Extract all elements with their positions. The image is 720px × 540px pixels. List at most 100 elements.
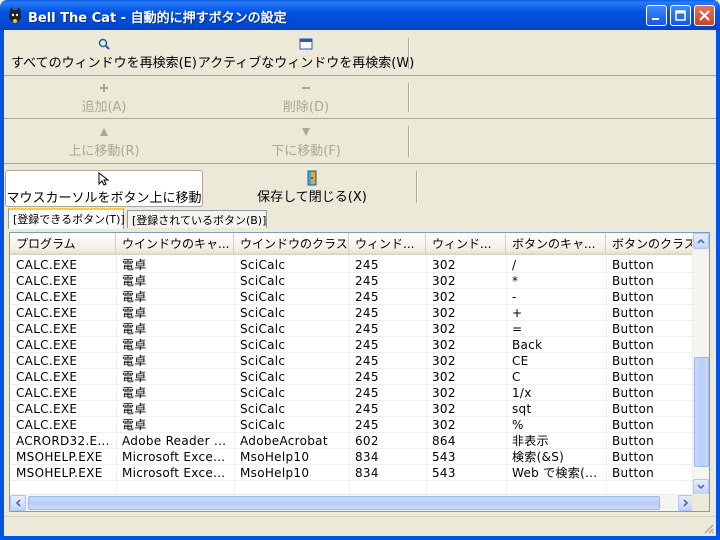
table-cell: 電卓	[122, 258, 147, 272]
table-row[interactable]: CALC.EXE 電卓 SciCalc 245 302 = Button	[10, 321, 694, 337]
move-down-button[interactable]: 下に移動(F)	[204, 120, 408, 163]
table-cell: 電卓	[122, 354, 147, 368]
toolbar-separator	[408, 38, 410, 69]
table-row[interactable]: CALC.EXE 電卓 SciCalc 245 302 * Button	[10, 273, 694, 289]
search-active-window-button[interactable]: アクティブなウィンドウを再検索(W)	[198, 32, 414, 75]
table-row[interactable]: ACRORD32.E... Adobe Reader ... AdobeAcroba…	[10, 433, 694, 449]
maximize-icon	[675, 10, 686, 21]
table-cell: Adobe Reader ...	[122, 434, 227, 448]
window-frame-right	[716, 30, 720, 540]
save-and-close-button[interactable]: 保存して閉じる(X)	[208, 165, 416, 209]
table-row[interactable]: MSOHELP.EXE Microsoft Exce... MsoHelp10 834…	[10, 465, 694, 481]
tab-registerable-buttons[interactable]: [登録できるボタン(T)]	[8, 208, 125, 229]
table-row[interactable]: MSOHELP.EXE Microsoft Exce... MsoHelp10 834…	[10, 449, 694, 465]
maximize-button[interactable]	[670, 5, 691, 26]
table-cell: 245	[355, 306, 379, 320]
delete-button[interactable]: 削除(D)	[204, 77, 408, 118]
table-cell: MsoHelp10	[240, 466, 310, 480]
table-cell: SciCalc	[240, 290, 286, 304]
plus-icon	[100, 84, 108, 92]
list-header: プログラム ウインドウのキャ... ウインドウのクラス ウィンド... ウィンド…	[10, 233, 694, 255]
table-cell: 302	[432, 354, 456, 368]
table-row[interactable]: CALC.EXE 電卓 SciCalc 245 302 / Button	[10, 257, 694, 273]
tab-registered-buttons[interactable]: [登録されているボタン(B)]	[127, 210, 267, 228]
close-icon	[699, 10, 710, 21]
column-header-button-class[interactable]: ボタンのクラス	[606, 233, 694, 255]
close-button[interactable]	[694, 5, 715, 26]
toolbar-row-search: すべてのウィンドウを再検索(E) アクティブなウィンドウを再検索(W)	[4, 32, 716, 76]
save-close-label: 保存して閉じる(X)	[257, 189, 367, 205]
table-cell: 電卓	[122, 290, 147, 304]
table-row[interactable]: CALC.EXE 電卓 SciCalc 245 302 - Button	[10, 289, 694, 305]
table-cell: 834	[355, 466, 379, 480]
column-header-window-class[interactable]: ウインドウのクラス	[234, 233, 349, 255]
table-cell: ACRORD32.E...	[16, 434, 110, 448]
arrow-down-icon	[302, 128, 310, 136]
table-cell: Back	[512, 338, 543, 352]
add-label: 追加(A)	[81, 100, 127, 115]
table-cell: Web で検索(...	[512, 466, 598, 480]
move-cursor-to-button-button[interactable]: マウスカーソルをボタン上に移動	[5, 170, 203, 207]
table-cell: MSOHELP.EXE	[16, 466, 103, 480]
table-cell: MsoHelp10	[240, 450, 310, 464]
chevron-left-icon	[15, 499, 21, 507]
title-bar[interactable]: Bell The Cat - 自動的に押すボタンの設定	[0, 0, 720, 30]
table-row[interactable]: CALC.EXE 電卓 SciCalc 245 302 1/x Button	[10, 385, 694, 401]
table-row[interactable]: CALC.EXE 電卓 SciCalc 245 302% Button	[10, 417, 694, 433]
scroll-left-button[interactable]	[10, 495, 26, 511]
column-header-window-caption[interactable]: ウインドウのキャ...	[116, 233, 234, 255]
table-cell: Button	[612, 338, 654, 352]
search-all-label: すべてのウィンドウを再検索(E)	[11, 56, 197, 71]
table-cell: =	[512, 322, 523, 336]
table-cell: Button	[612, 434, 654, 448]
add-button[interactable]: 追加(A)	[4, 77, 204, 118]
toolbar-row-actions: マウスカーソルをボタン上に移動 保存して閉じる(X)	[4, 165, 716, 209]
move-up-button[interactable]: 上に移動(R)	[4, 120, 204, 163]
move-cursor-label: マウスカーソルをボタン上に移動	[6, 191, 202, 206]
column-header-button-caption[interactable]: ボタンのキャ...	[506, 233, 606, 255]
horizontal-scroll-thumb[interactable]	[28, 496, 660, 510]
mouse-cursor-icon	[98, 172, 110, 186]
column-header-window-y[interactable]: ウィンド...	[426, 233, 506, 255]
button-list-view[interactable]: プログラム ウインドウのキャ... ウインドウのクラス ウィンド... ウィンド…	[9, 232, 710, 512]
table-cell: 543	[432, 466, 456, 480]
table-cell: 834	[355, 450, 379, 464]
table-cell: CALC.EXE	[16, 354, 78, 368]
minimize-button[interactable]	[646, 5, 667, 26]
table-cell: 302	[432, 274, 456, 288]
table-cell: SciCalc	[240, 370, 286, 384]
search-all-windows-button[interactable]: すべてのウィンドウを再検索(E)	[10, 32, 198, 75]
table-cell: 検索(&S)	[512, 450, 565, 464]
scroll-up-button[interactable]	[693, 233, 709, 249]
column-header-window-x[interactable]: ウィンド...	[349, 233, 426, 255]
toolbar-separator	[408, 126, 410, 157]
resize-grip-icon[interactable]	[702, 522, 714, 534]
table-cell: 電卓	[122, 338, 147, 352]
horizontal-scrollbar[interactable]	[10, 494, 694, 511]
vertical-scroll-thumb[interactable]	[694, 357, 709, 467]
table-cell: SciCalc	[240, 306, 286, 320]
table-cell: 電卓	[122, 274, 147, 288]
toolbar-row-edit: 追加(A) 削除(D)	[4, 77, 716, 119]
cat-bell-icon	[9, 7, 21, 23]
table-cell: 245	[355, 338, 379, 352]
table-cell: 302	[432, 370, 456, 384]
window-icon	[299, 38, 313, 50]
table-cell: Microsoft Exce...	[122, 450, 226, 464]
table-cell: Button	[612, 322, 654, 336]
table-cell: C	[512, 370, 521, 384]
column-header-program[interactable]: プログラム	[10, 233, 116, 255]
table-cell: sqt	[512, 402, 532, 416]
chevron-down-icon	[697, 484, 705, 490]
window-title: Bell The Cat - 自動的に押すボタンの設定	[28, 11, 287, 26]
table-row[interactable]: CALC.EXE 電卓 SciCalc 245 302 CE Button	[10, 353, 694, 369]
table-row[interactable]: CALC.EXE 電卓 SciCalc 245 302 + Button	[10, 305, 694, 321]
vertical-scrollbar[interactable]	[692, 233, 709, 495]
scroll-down-button[interactable]	[693, 479, 709, 495]
table-cell: 電卓	[122, 322, 147, 336]
table-row[interactable]: CALC.EXE 電卓 SciCalc 245 302 C Button	[10, 369, 694, 385]
table-row[interactable]: CALC.EXE 電卓 SciCalc 245 302 sqt Button	[10, 401, 694, 417]
table-cell: 602	[355, 434, 379, 448]
table-row[interactable]: CALC.EXE 電卓 SciCalc 245 302 Back Button	[10, 337, 694, 353]
table-cell: 245	[355, 258, 379, 272]
